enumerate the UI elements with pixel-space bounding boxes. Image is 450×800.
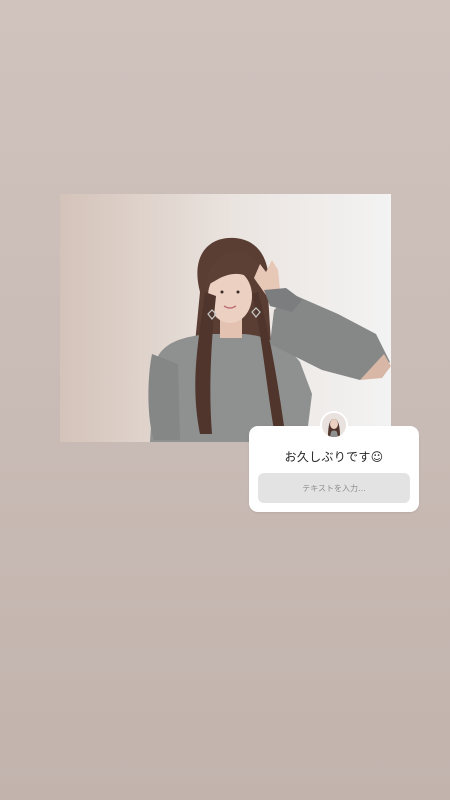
story-photo — [60, 194, 391, 442]
portrait-photo-illustration — [60, 194, 391, 442]
question-answer-input[interactable]: テキストを入力... — [258, 473, 410, 503]
question-sticker-title: お久しぶりです☺︎ — [284, 450, 384, 464]
avatar-face-icon — [322, 413, 346, 437]
profile-avatar-icon — [320, 411, 348, 439]
